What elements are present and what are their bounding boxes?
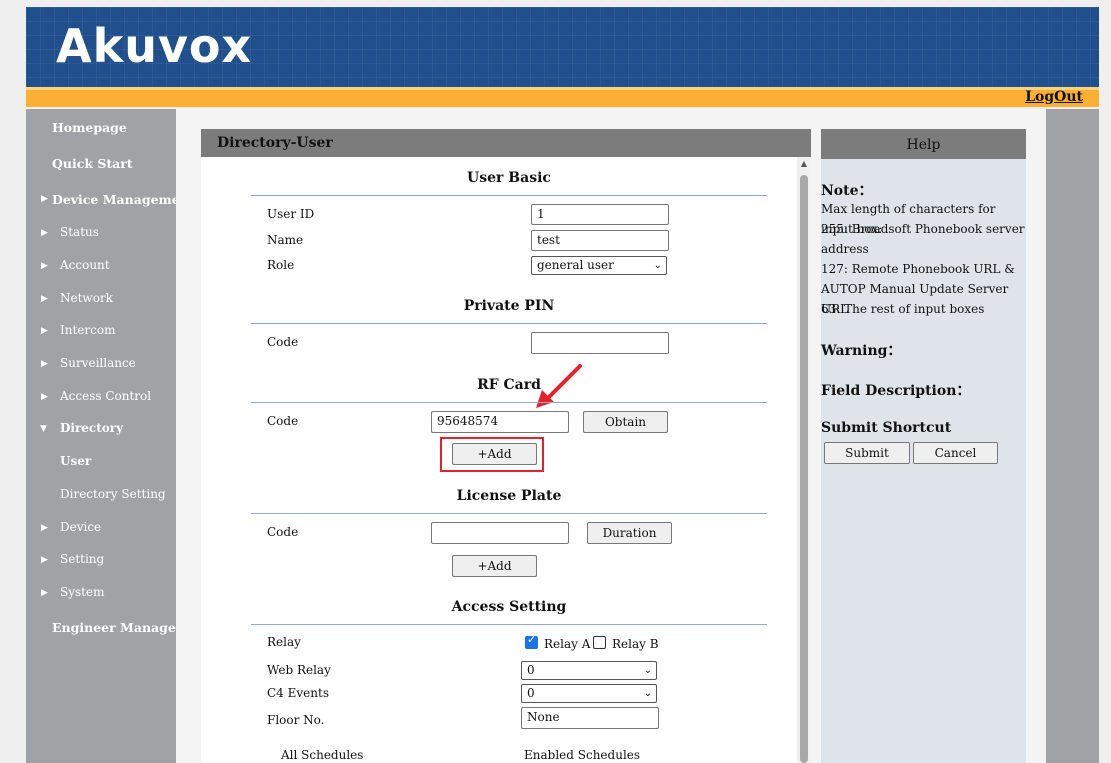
relay-a-checkbox[interactable] xyxy=(525,633,538,649)
sidebar-item-device[interactable]: Device xyxy=(60,520,101,534)
help-warning-heading: Warning： xyxy=(821,343,902,359)
section-title-private-pin: Private PIN xyxy=(463,298,555,314)
chevron-down-icon: ▼ xyxy=(40,424,47,434)
role-label: Role xyxy=(267,258,295,272)
section-title-rf-card: RF Card xyxy=(477,377,541,393)
sidebar-item-intercom[interactable]: Intercom xyxy=(60,323,115,337)
section-divider xyxy=(251,624,767,625)
sidebar-item-network[interactable]: Network xyxy=(60,291,113,305)
rf-code-label: Code xyxy=(267,414,299,428)
section-title-access-setting: Access Setting xyxy=(451,599,567,615)
sidebar-item-quick-start[interactable]: Quick Start xyxy=(52,156,133,171)
user-id-label: User ID xyxy=(267,207,315,221)
sidebar-item-surveillance[interactable]: Surveillance xyxy=(60,356,136,370)
chevron-right-icon: ▶ xyxy=(41,588,48,598)
sidebar-item-homepage[interactable]: Homepage xyxy=(52,120,127,135)
chevron-right-icon: ▶ xyxy=(41,359,48,369)
content-title-bar: Directory-User xyxy=(201,129,811,157)
user-id-input[interactable]: 1 xyxy=(531,204,669,225)
relay-label: Relay xyxy=(267,635,301,649)
name-label: Name xyxy=(267,233,304,247)
chevron-right-icon: ▶ xyxy=(41,523,48,533)
pin-code-label: Code xyxy=(267,335,299,349)
duration-button[interactable]: Duration xyxy=(587,522,672,544)
plate-code-label: Code xyxy=(267,525,299,539)
help-line: 127: Remote Phonebook URL & xyxy=(821,262,1015,276)
section-title-user-basic: User Basic xyxy=(467,170,551,186)
web-relay-value: 0 xyxy=(527,663,535,677)
chevron-right-icon: ▶ xyxy=(41,555,48,565)
sidebar-item-directory[interactable]: Directory xyxy=(60,421,123,435)
c4-events-value: 0 xyxy=(527,686,535,700)
chevron-right-icon: ▶ xyxy=(41,392,48,402)
content-scrollbar[interactable]: ▲ xyxy=(797,157,811,763)
scroll-thumb[interactable] xyxy=(800,175,808,763)
relay-a-label: Relay A xyxy=(544,637,591,651)
sidebar-item-system[interactable]: System xyxy=(60,585,104,599)
help-submit-shortcut-heading: Submit Shortcut xyxy=(821,420,952,436)
help-field-description-heading: Field Description： xyxy=(821,383,971,399)
scroll-up-icon[interactable]: ▲ xyxy=(797,159,811,168)
section-divider xyxy=(251,323,767,324)
help-header: Help xyxy=(821,129,1026,159)
relay-b-checkbox[interactable] xyxy=(593,636,606,649)
sidebar-item-engineer[interactable]: Engineer Manage... xyxy=(52,620,189,635)
akuvox-logo: Akuvox xyxy=(56,19,253,73)
sidebar xyxy=(26,109,176,763)
web-relay-label: Web Relay xyxy=(267,663,331,677)
logout-link[interactable]: LogOut xyxy=(1025,89,1083,105)
sidebar-item-device-management[interactable]: Device Management xyxy=(52,192,195,207)
obtain-button[interactable]: Obtain xyxy=(583,411,668,433)
right-strip xyxy=(1046,109,1099,763)
chevron-right-icon: ▶ xyxy=(41,326,48,336)
help-note-heading: Note： xyxy=(821,183,873,199)
section-title-license-plate: License Plate xyxy=(456,488,562,504)
rf-add-button[interactable]: +Add xyxy=(452,443,537,465)
page-title: Directory-User xyxy=(217,135,333,151)
sidebar-item-setting[interactable]: Setting xyxy=(60,552,104,566)
chevron-down-icon: ⌄ xyxy=(643,688,652,699)
relay-b-label: Relay B xyxy=(612,637,659,651)
chevron-right-icon: ▶ xyxy=(41,228,48,238)
rf-code-input[interactable]: 95648574 xyxy=(431,411,569,433)
section-divider xyxy=(251,513,767,514)
chevron-right-icon: ▶ xyxy=(41,294,48,304)
plate-add-button[interactable]: +Add xyxy=(452,555,537,577)
sidebar-item-directory-setting[interactable]: Directory Setting xyxy=(60,487,166,501)
role-select[interactable]: general user ⌄ xyxy=(531,256,667,275)
chevron-right-icon: ▶ xyxy=(41,261,48,271)
floor-no-input[interactable]: None xyxy=(521,707,659,729)
pin-code-input[interactable] xyxy=(531,332,669,354)
section-divider xyxy=(251,195,767,196)
section-divider xyxy=(251,402,767,403)
enabled-schedules-label: Enabled Schedules xyxy=(524,748,641,762)
submit-button[interactable]: Submit xyxy=(824,442,910,464)
help-line: 255: Broadsoft Phonebook server xyxy=(821,222,1025,236)
header-banner: Akuvox xyxy=(26,7,1099,87)
name-input[interactable]: test xyxy=(531,230,669,251)
help-line: address xyxy=(821,242,869,256)
orange-bar: LogOut xyxy=(26,87,1099,107)
sidebar-item-user[interactable]: User xyxy=(60,454,91,468)
web-relay-select[interactable]: 0 ⌄ xyxy=(521,661,657,680)
annotation-arrow-icon xyxy=(536,364,582,408)
floor-no-label: Floor No. xyxy=(267,713,325,727)
all-schedules-label: All Schedules xyxy=(281,748,364,762)
c4-events-select[interactable]: 0 ⌄ xyxy=(521,684,657,703)
orange-bar-stripe xyxy=(26,87,1099,90)
sidebar-item-account[interactable]: Account xyxy=(60,258,110,272)
chevron-down-icon: ⌄ xyxy=(653,260,662,271)
sidebar-item-access-control[interactable]: Access Control xyxy=(60,389,151,403)
sidebar-item-status[interactable]: Status xyxy=(60,225,99,239)
role-select-value: general user xyxy=(537,258,614,272)
c4-events-label: C4 Events xyxy=(267,686,329,700)
chevron-down-icon: ⌄ xyxy=(643,665,652,676)
help-line: 63: The rest of input boxes xyxy=(821,302,985,316)
chevron-right-icon: ▶ xyxy=(41,194,48,204)
plate-code-input[interactable] xyxy=(431,522,569,544)
cancel-button[interactable]: Cancel xyxy=(913,442,998,464)
